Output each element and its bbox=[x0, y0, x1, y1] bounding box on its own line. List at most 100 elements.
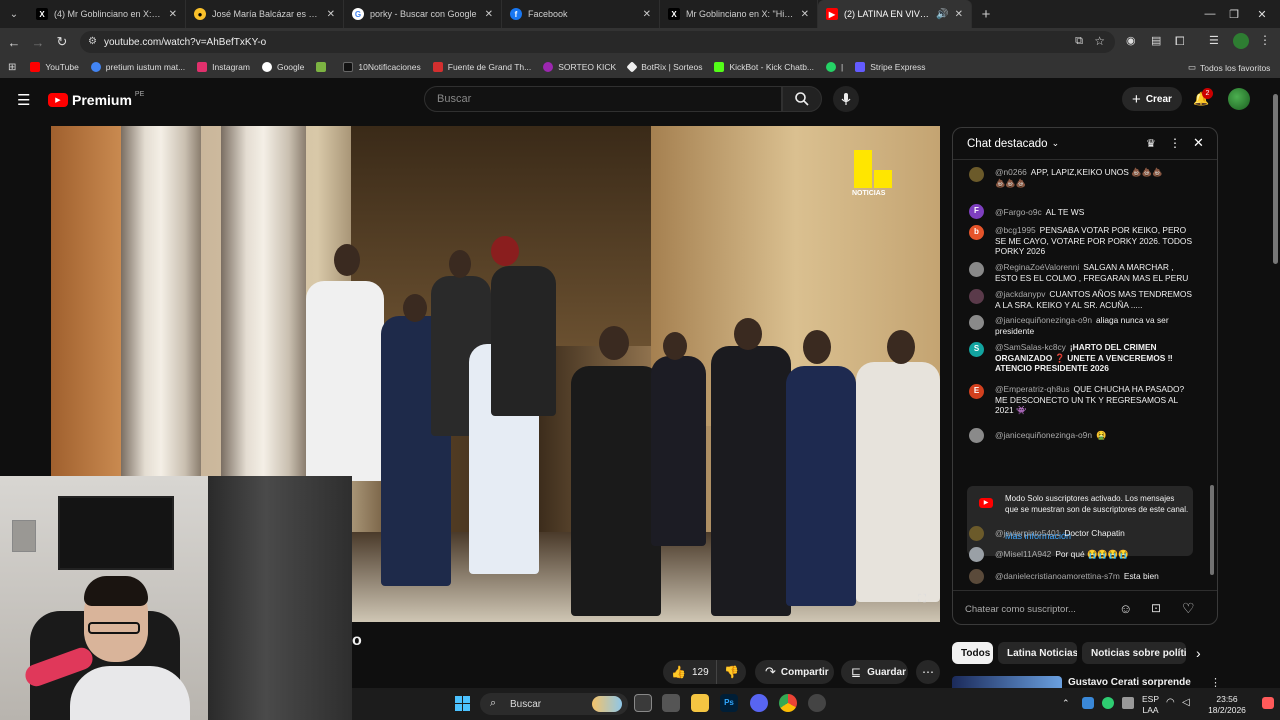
search-input[interactable]: Buscar bbox=[424, 86, 782, 112]
search-button[interactable] bbox=[782, 86, 822, 112]
share-button[interactable]: ↷ Compartir bbox=[755, 660, 834, 684]
extensions-puzzle-icon[interactable]: ⧠ bbox=[1175, 34, 1185, 49]
discord-icon[interactable] bbox=[750, 694, 768, 712]
close-tab-icon[interactable]: ✕ bbox=[485, 9, 493, 20]
chip-latina-noticias[interactable]: Latina Noticias bbox=[998, 642, 1077, 664]
chat-author[interactable]: @Emperatriz-qh8us bbox=[995, 384, 1070, 394]
bookmark-kickbot[interactable]: KickBot - Kick Chatb... bbox=[714, 62, 814, 72]
chrome-icon[interactable] bbox=[779, 694, 797, 712]
close-tab-icon[interactable]: ✕ bbox=[643, 9, 651, 20]
bookmark-10notificaciones[interactable]: 10Notificaciones bbox=[343, 62, 421, 72]
chat-author[interactable]: @javierpinto5401 bbox=[995, 528, 1060, 538]
all-bookmarks-folder[interactable]: ▭ Todos los favoritos bbox=[1188, 62, 1270, 73]
hamburger-menu-icon[interactable]: ☰ bbox=[17, 91, 30, 109]
tab-3[interactable]: G porky - Buscar con Google ✕ bbox=[344, 0, 502, 28]
close-tab-icon[interactable]: ✕ bbox=[801, 9, 809, 20]
page-scrollbar-thumb[interactable] bbox=[1273, 94, 1278, 264]
bookmark-youtube[interactable]: YouTube bbox=[30, 62, 79, 72]
bookmark-instagram[interactable]: Instagram bbox=[197, 62, 250, 72]
speaker-icon[interactable]: 🔊 bbox=[936, 9, 948, 20]
chat-author[interactable]: @bcg1995 bbox=[995, 225, 1036, 235]
browser-menu-icon[interactable]: ⋮ bbox=[1259, 33, 1271, 47]
cast-icon[interactable]: ⧉ bbox=[1075, 35, 1083, 48]
tray-app-icon[interactable] bbox=[1122, 697, 1134, 709]
notification-center-icon[interactable] bbox=[1262, 697, 1274, 709]
site-info-icon[interactable]: ⚙ bbox=[88, 36, 97, 47]
bookmark-google[interactable]: Google bbox=[261, 62, 304, 72]
close-tab-icon[interactable]: ✕ bbox=[327, 9, 335, 20]
chat-mode-selector[interactable]: Chat destacado bbox=[967, 138, 1048, 150]
close-chat-icon[interactable]: ✕ bbox=[1193, 135, 1204, 151]
bookmark-star-icon[interactable]: ☆ bbox=[1094, 34, 1105, 48]
forward-icon[interactable]: → bbox=[26, 30, 50, 54]
page-scrollbar-track[interactable] bbox=[1271, 80, 1280, 688]
tab-4[interactable]: f Facebook ✕ bbox=[502, 0, 660, 28]
account-avatar[interactable] bbox=[1228, 88, 1250, 110]
chat-menu-icon[interactable]: ⋮ bbox=[1169, 136, 1181, 150]
clock[interactable]: 23:56 18/2/2026 bbox=[1198, 694, 1256, 716]
chat-author[interactable]: @Misel11A942 bbox=[995, 549, 1051, 559]
chat-author[interactable]: @ReginaZoéValorenni bbox=[995, 262, 1079, 272]
file-explorer-icon[interactable] bbox=[691, 694, 709, 712]
like-button[interactable]: 👍 129 bbox=[663, 660, 717, 684]
related-video-thumbnail[interactable] bbox=[952, 676, 1062, 688]
chat-author[interactable]: @janicequiñonezinga-o9n bbox=[995, 430, 1092, 440]
bookmark-app[interactable] bbox=[316, 62, 331, 72]
heart-icon[interactable]: ♡ bbox=[1182, 600, 1195, 617]
bookmark-pretium[interactable]: pretium iustum mat... bbox=[90, 62, 185, 72]
chat-author[interactable]: @Fargo-o9c bbox=[995, 207, 1042, 217]
chat-author[interactable]: @jackdanypv bbox=[995, 289, 1045, 299]
input-language[interactable]: ESP LAA bbox=[1142, 694, 1159, 716]
back-icon[interactable]: ← bbox=[2, 30, 26, 54]
taskbar-search[interactable]: ⌕ Buscar bbox=[480, 693, 628, 715]
bookmark-sorteo-kick[interactable]: SORTEO KICK bbox=[543, 62, 616, 72]
address-bar[interactable]: ⚙ youtube.com/watch?v=AhBefTxKY-o ⧉ ☆ bbox=[80, 31, 1115, 53]
chat-input[interactable]: Chatear como suscriptor... bbox=[965, 599, 1115, 619]
dislike-button[interactable]: 👎 bbox=[717, 660, 746, 684]
tab-1[interactable]: X (4) Mr Goblinciano en X: "Hicie ✕ bbox=[28, 0, 186, 28]
chat-author[interactable]: @SamSalas-kc8cy bbox=[995, 342, 1066, 352]
tab-6-active[interactable]: ▶ (2) LATINA EN VIVO: NOTIC 🔊 ✕ bbox=[818, 0, 972, 28]
chat-author[interactable]: @n0266 bbox=[995, 167, 1027, 177]
extension-icon[interactable]: ◉ bbox=[1126, 34, 1136, 47]
chip-noticias-politica[interactable]: Noticias sobre polític bbox=[1082, 642, 1186, 664]
voice-search-button[interactable] bbox=[833, 86, 859, 112]
chevron-right-icon[interactable]: › bbox=[1196, 645, 1201, 661]
tab-5[interactable]: X Mr Goblinciano en X: "Hicieron ✕ bbox=[660, 0, 818, 28]
fullscreen-icon[interactable]: ⛶ bbox=[918, 593, 926, 606]
reload-icon[interactable]: ↻ bbox=[50, 30, 74, 54]
youtube-premium-logo[interactable]: ▶ Premium PE bbox=[48, 91, 144, 108]
super-chat-icon[interactable]: ⊡ bbox=[1151, 601, 1161, 615]
more-actions-icon[interactable]: ⋯ bbox=[916, 660, 940, 684]
related-video-title[interactable]: Gustavo Cerati sorprende bbox=[1068, 677, 1191, 688]
windows-start-icon[interactable] bbox=[455, 696, 470, 711]
apps-grid-icon[interactable]: ⊞ bbox=[8, 62, 16, 73]
crown-icon[interactable]: ♛ bbox=[1146, 137, 1156, 150]
close-window-icon[interactable]: ✕ bbox=[1242, 0, 1280, 28]
bookmark-grand-theft[interactable]: Fuente de Grand Th... bbox=[432, 62, 531, 72]
new-tab-icon[interactable]: + bbox=[972, 0, 1000, 28]
chat-author[interactable]: @danielecristianoamorettina-s7m bbox=[995, 571, 1120, 581]
tray-app-icon[interactable] bbox=[1082, 697, 1094, 709]
app-icon[interactable] bbox=[808, 694, 826, 712]
chip-todos[interactable]: Todos bbox=[952, 642, 993, 664]
extension-icon[interactable]: ▤ bbox=[1151, 34, 1161, 47]
bookmark-botrix[interactable]: BotRix | Sorteos bbox=[626, 61, 702, 73]
bookmark-stripe[interactable]: Stripe Express bbox=[855, 62, 926, 72]
emoji-icon[interactable]: ☺ bbox=[1119, 601, 1132, 616]
app-icon[interactable] bbox=[662, 694, 680, 712]
close-tab-icon[interactable]: ✕ bbox=[955, 9, 963, 20]
photoshop-icon[interactable]: Ps bbox=[720, 694, 738, 712]
tab-search-menu-icon[interactable]: ☰ bbox=[1209, 34, 1219, 47]
wifi-icon[interactable]: ◠ bbox=[1166, 697, 1175, 708]
tray-chevron-icon[interactable]: ⌃ bbox=[1062, 698, 1070, 709]
chat-author[interactable]: @janicequiñonezinga-o9n bbox=[995, 315, 1092, 325]
bookmark-whatsapp[interactable]: | bbox=[826, 62, 843, 72]
profile-avatar[interactable] bbox=[1233, 33, 1249, 49]
chevron-down-icon[interactable]: ⌄ bbox=[1052, 138, 1060, 149]
tab-2[interactable]: ● José María Balcázar es el nuevo ✕ bbox=[186, 0, 344, 28]
close-tab-icon[interactable]: ✕ bbox=[169, 9, 177, 20]
chat-scrollbar[interactable] bbox=[1210, 485, 1214, 575]
tray-app-icon[interactable] bbox=[1102, 697, 1114, 709]
save-button[interactable]: ⊑ Guardar bbox=[841, 660, 908, 684]
